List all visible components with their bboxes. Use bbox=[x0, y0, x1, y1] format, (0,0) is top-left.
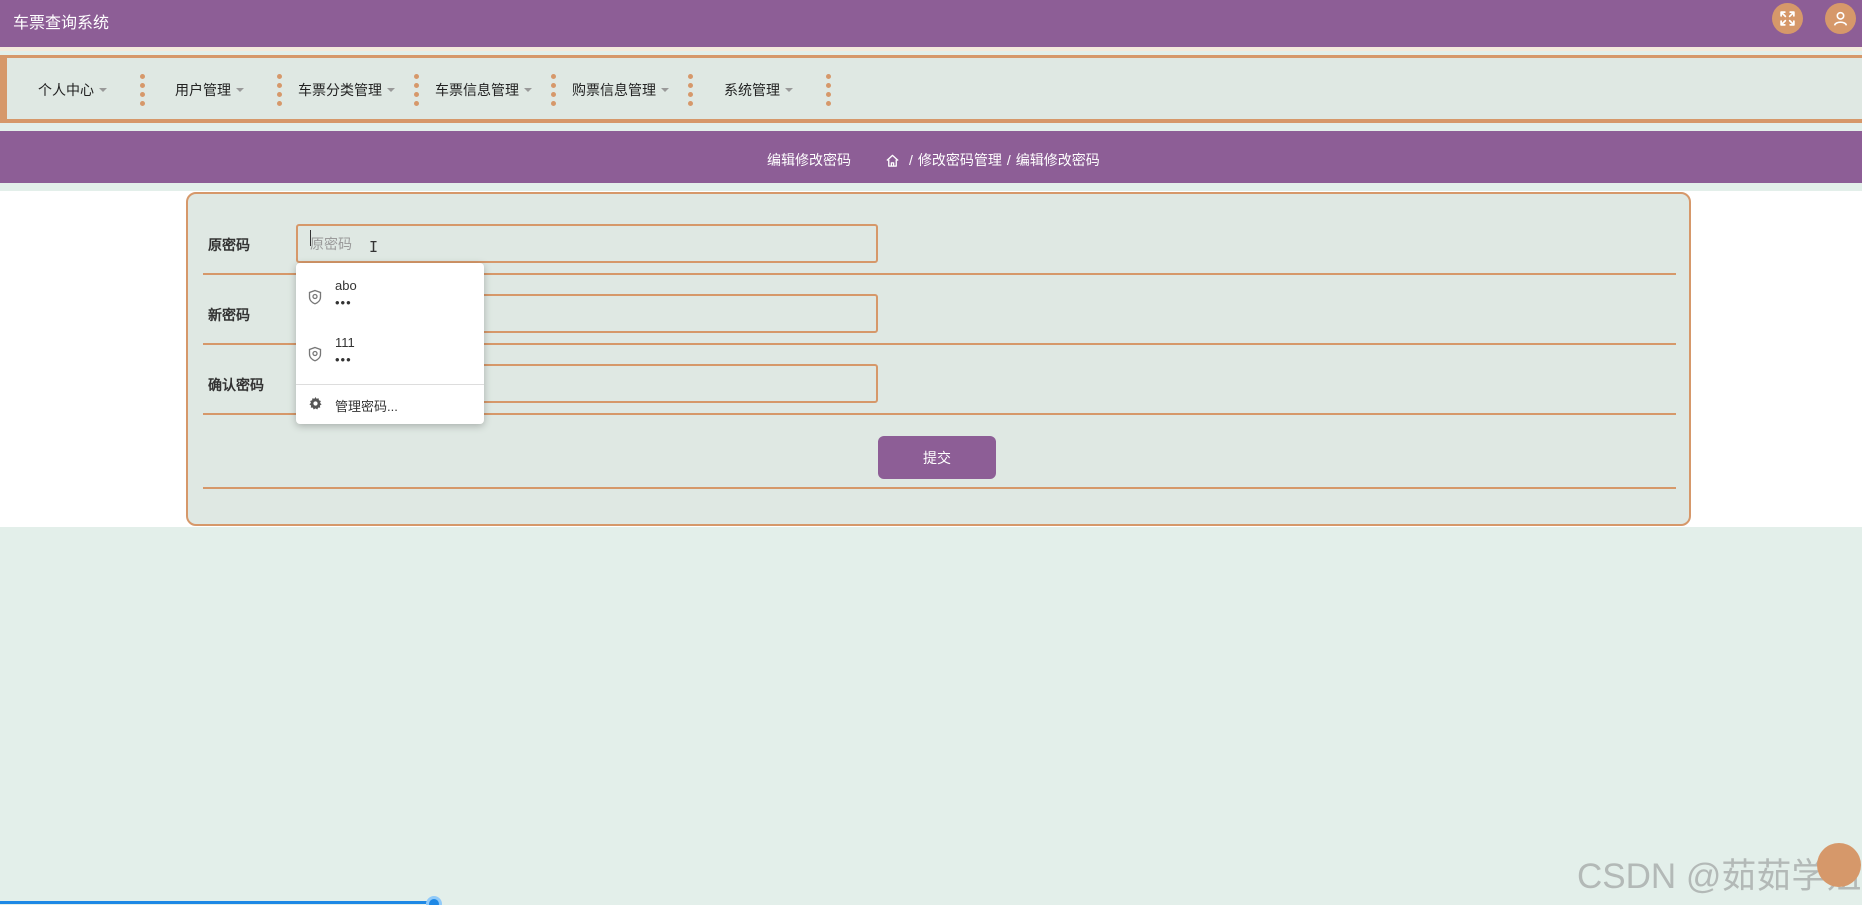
masked-password: ••• bbox=[335, 295, 352, 310]
row-divider bbox=[203, 487, 1676, 489]
submit-button[interactable]: 提交 bbox=[878, 436, 996, 479]
nav-divider bbox=[139, 74, 145, 106]
nav-item-label: 购票信息管理 bbox=[572, 82, 656, 98]
chevron-down-icon bbox=[99, 88, 107, 92]
nav-item-personal-center[interactable]: 个人中心 bbox=[38, 80, 107, 100]
chevron-down-icon bbox=[524, 88, 532, 92]
chevron-down-icon bbox=[661, 88, 669, 92]
app-title: 车票查询系统 bbox=[13, 15, 110, 32]
nav-divider bbox=[825, 74, 831, 106]
breadcrumb-bar: 编辑修改密码 / 修改密码管理 / 编辑修改密码 bbox=[0, 131, 1862, 183]
text-cursor bbox=[310, 230, 311, 246]
chevron-down-icon bbox=[387, 88, 395, 92]
masked-password: ••• bbox=[335, 352, 352, 367]
chevron-down-icon bbox=[785, 88, 793, 92]
new-password-label: 新密码 bbox=[208, 307, 250, 323]
confirm-password-label: 确认密码 bbox=[208, 377, 264, 393]
nav-item-label: 车票分类管理 bbox=[298, 82, 382, 98]
key-shield-icon bbox=[308, 289, 322, 305]
nav-item-label: 车票信息管理 bbox=[435, 82, 519, 98]
progress-fill bbox=[0, 901, 434, 904]
nav-item-ticket-category[interactable]: 车票分类管理 bbox=[298, 80, 395, 100]
manage-passwords-label: 管理密码... bbox=[335, 399, 398, 414]
old-password-input[interactable] bbox=[296, 224, 878, 263]
nav-divider bbox=[550, 74, 556, 106]
top-header: 车票查询系统 bbox=[0, 0, 1862, 51]
nav-divider bbox=[413, 74, 419, 106]
saved-username: abo bbox=[335, 278, 357, 293]
saved-password-entry[interactable]: 111 ••• bbox=[296, 326, 484, 380]
key-shield-icon bbox=[308, 346, 322, 362]
page-title: 编辑修改密码 bbox=[767, 152, 851, 168]
nav-item-label: 用户管理 bbox=[175, 82, 231, 98]
nav-item-ticket-info[interactable]: 车票信息管理 bbox=[435, 80, 532, 100]
old-password-label: 原密码 bbox=[208, 237, 250, 253]
breadcrumb-separator: / bbox=[1006, 152, 1011, 168]
gear-icon bbox=[309, 397, 322, 410]
nav-item-system-management[interactable]: 系统管理 bbox=[724, 80, 793, 100]
breadcrumb-separator: / bbox=[909, 152, 913, 168]
manage-passwords-item[interactable]: 管理密码... bbox=[296, 387, 484, 421]
nav-divider bbox=[687, 74, 693, 106]
chevron-down-icon bbox=[236, 88, 244, 92]
expand-arrows-icon bbox=[1780, 11, 1795, 26]
nav-item-label: 系统管理 bbox=[724, 82, 780, 98]
user-menu-button[interactable] bbox=[1825, 3, 1856, 34]
nav-item-purchase-info[interactable]: 购票信息管理 bbox=[572, 80, 669, 100]
progress-knob[interactable] bbox=[426, 896, 442, 905]
ibeam-cursor-icon: I bbox=[369, 238, 379, 256]
breadcrumb-item-current: 编辑修改密码 bbox=[1015, 152, 1100, 168]
password-autofill-popup: abo ••• 111 ••• 管理密码... bbox=[296, 263, 484, 424]
user-icon bbox=[1833, 11, 1848, 26]
nav-item-user-management[interactable]: 用户管理 bbox=[175, 80, 244, 100]
saved-password-entry[interactable]: abo ••• bbox=[296, 269, 484, 323]
floating-action-button[interactable] bbox=[1817, 843, 1861, 887]
page-progress-bar[interactable] bbox=[0, 896, 1862, 905]
popup-divider bbox=[296, 384, 484, 385]
main-nav: 个人中心 用户管理 车票分类管理 车票信息管理 购票信息管理 系统管理 bbox=[0, 55, 1862, 123]
breadcrumb: / 修改密码管理 / 编辑修改密码 bbox=[885, 150, 1100, 170]
nav-divider bbox=[276, 74, 282, 106]
nav-item-label: 个人中心 bbox=[38, 82, 94, 98]
breadcrumb-item[interactable]: 修改密码管理 bbox=[918, 150, 1002, 170]
home-icon[interactable] bbox=[885, 153, 900, 168]
saved-username: 111 bbox=[335, 335, 355, 350]
fullscreen-button[interactable] bbox=[1772, 3, 1803, 34]
